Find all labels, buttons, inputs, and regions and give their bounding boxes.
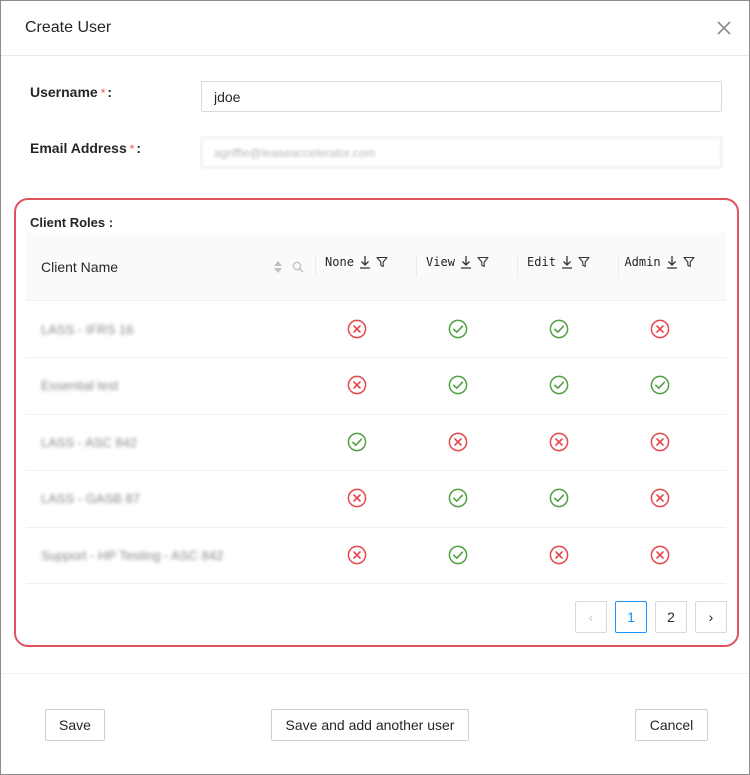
- required-mark: *: [100, 86, 106, 100]
- username-input[interactable]: [201, 81, 722, 112]
- prev-page-button[interactable]: ‹: [575, 601, 607, 633]
- check-circle-icon[interactable]: [650, 375, 670, 395]
- table-row: LASS - GASB 87: [26, 471, 726, 528]
- close-circle-icon[interactable]: [347, 319, 367, 339]
- download-icon[interactable]: [666, 255, 678, 269]
- check-circle-icon[interactable]: [448, 488, 468, 508]
- table-row: LASS - IFRS 16: [26, 302, 726, 359]
- close-icon: [717, 21, 731, 35]
- download-icon[interactable]: [460, 255, 472, 269]
- close-circle-icon[interactable]: [347, 545, 367, 565]
- table-row: Essential test: [26, 358, 726, 415]
- page-2-button[interactable]: 2: [655, 601, 687, 633]
- check-circle-icon[interactable]: [347, 432, 367, 452]
- check-circle-icon[interactable]: [549, 488, 569, 508]
- close-circle-icon[interactable]: [650, 488, 670, 508]
- username-label: Username *:: [30, 84, 113, 100]
- client-name-cell: Support - HP Testing - ASC 842: [41, 547, 224, 563]
- dialog-title: Create User: [25, 19, 112, 36]
- close-button[interactable]: [713, 17, 735, 39]
- required-mark: *: [129, 142, 135, 156]
- download-icon[interactable]: [561, 255, 573, 269]
- filter-icon[interactable]: [578, 256, 590, 268]
- next-page-button[interactable]: ›: [695, 601, 727, 633]
- roles-table-header: Client Name None View Edit Admin: [26, 233, 726, 301]
- check-circle-icon[interactable]: [448, 545, 468, 565]
- save-and-add-another-button[interactable]: Save and add another user: [271, 709, 469, 741]
- client-name-cell: LASS - ASC 842: [41, 434, 138, 450]
- table-row: LASS - ASC 842: [26, 415, 726, 472]
- client-name-header: Client Name: [41, 259, 119, 275]
- filter-icon[interactable]: [683, 256, 695, 268]
- close-circle-icon[interactable]: [549, 545, 569, 565]
- close-circle-icon[interactable]: [650, 432, 670, 452]
- email-label: Email Address *:: [30, 140, 142, 156]
- save-button[interactable]: Save: [45, 709, 105, 741]
- edit-column-header: Edit: [508, 252, 609, 272]
- check-circle-icon[interactable]: [448, 319, 468, 339]
- sort-icon[interactable]: [273, 260, 283, 274]
- check-circle-icon[interactable]: [549, 319, 569, 339]
- email-input[interactable]: [201, 137, 722, 168]
- check-circle-icon[interactable]: [448, 375, 468, 395]
- close-circle-icon[interactable]: [347, 488, 367, 508]
- client-name-cell: LASS - GASB 87: [41, 491, 140, 507]
- search-icon[interactable]: [292, 261, 304, 273]
- client-roles-label: Client Roles :: [30, 215, 114, 230]
- admin-column-header: Admin: [609, 252, 710, 272]
- none-column-header: None: [306, 252, 407, 272]
- filter-icon[interactable]: [477, 256, 489, 268]
- cancel-button[interactable]: Cancel: [635, 709, 708, 741]
- dialog-header: Create User: [1, 1, 749, 56]
- check-circle-icon[interactable]: [549, 375, 569, 395]
- close-circle-icon[interactable]: [448, 432, 468, 452]
- table-row: Support - HP Testing - ASC 842: [26, 528, 726, 584]
- client-name-cell: LASS - IFRS 16: [41, 322, 134, 337]
- roles-table-body: LASS - IFRS 16 Essential test LASS - ASC 8…: [26, 302, 726, 584]
- create-user-dialog: Create User Username*: Email Address*: C…: [0, 0, 750, 775]
- client-name-cell: Essential test: [41, 378, 119, 394]
- footer-divider: [1, 673, 749, 674]
- filter-icon[interactable]: [376, 256, 388, 268]
- page-1-button[interactable]: 1: [615, 601, 647, 633]
- close-circle-icon[interactable]: [347, 375, 367, 395]
- close-circle-icon[interactable]: [549, 432, 569, 452]
- download-icon[interactable]: [359, 255, 371, 269]
- close-circle-icon[interactable]: [650, 319, 670, 339]
- close-circle-icon[interactable]: [650, 545, 670, 565]
- view-column-header: View: [407, 252, 508, 272]
